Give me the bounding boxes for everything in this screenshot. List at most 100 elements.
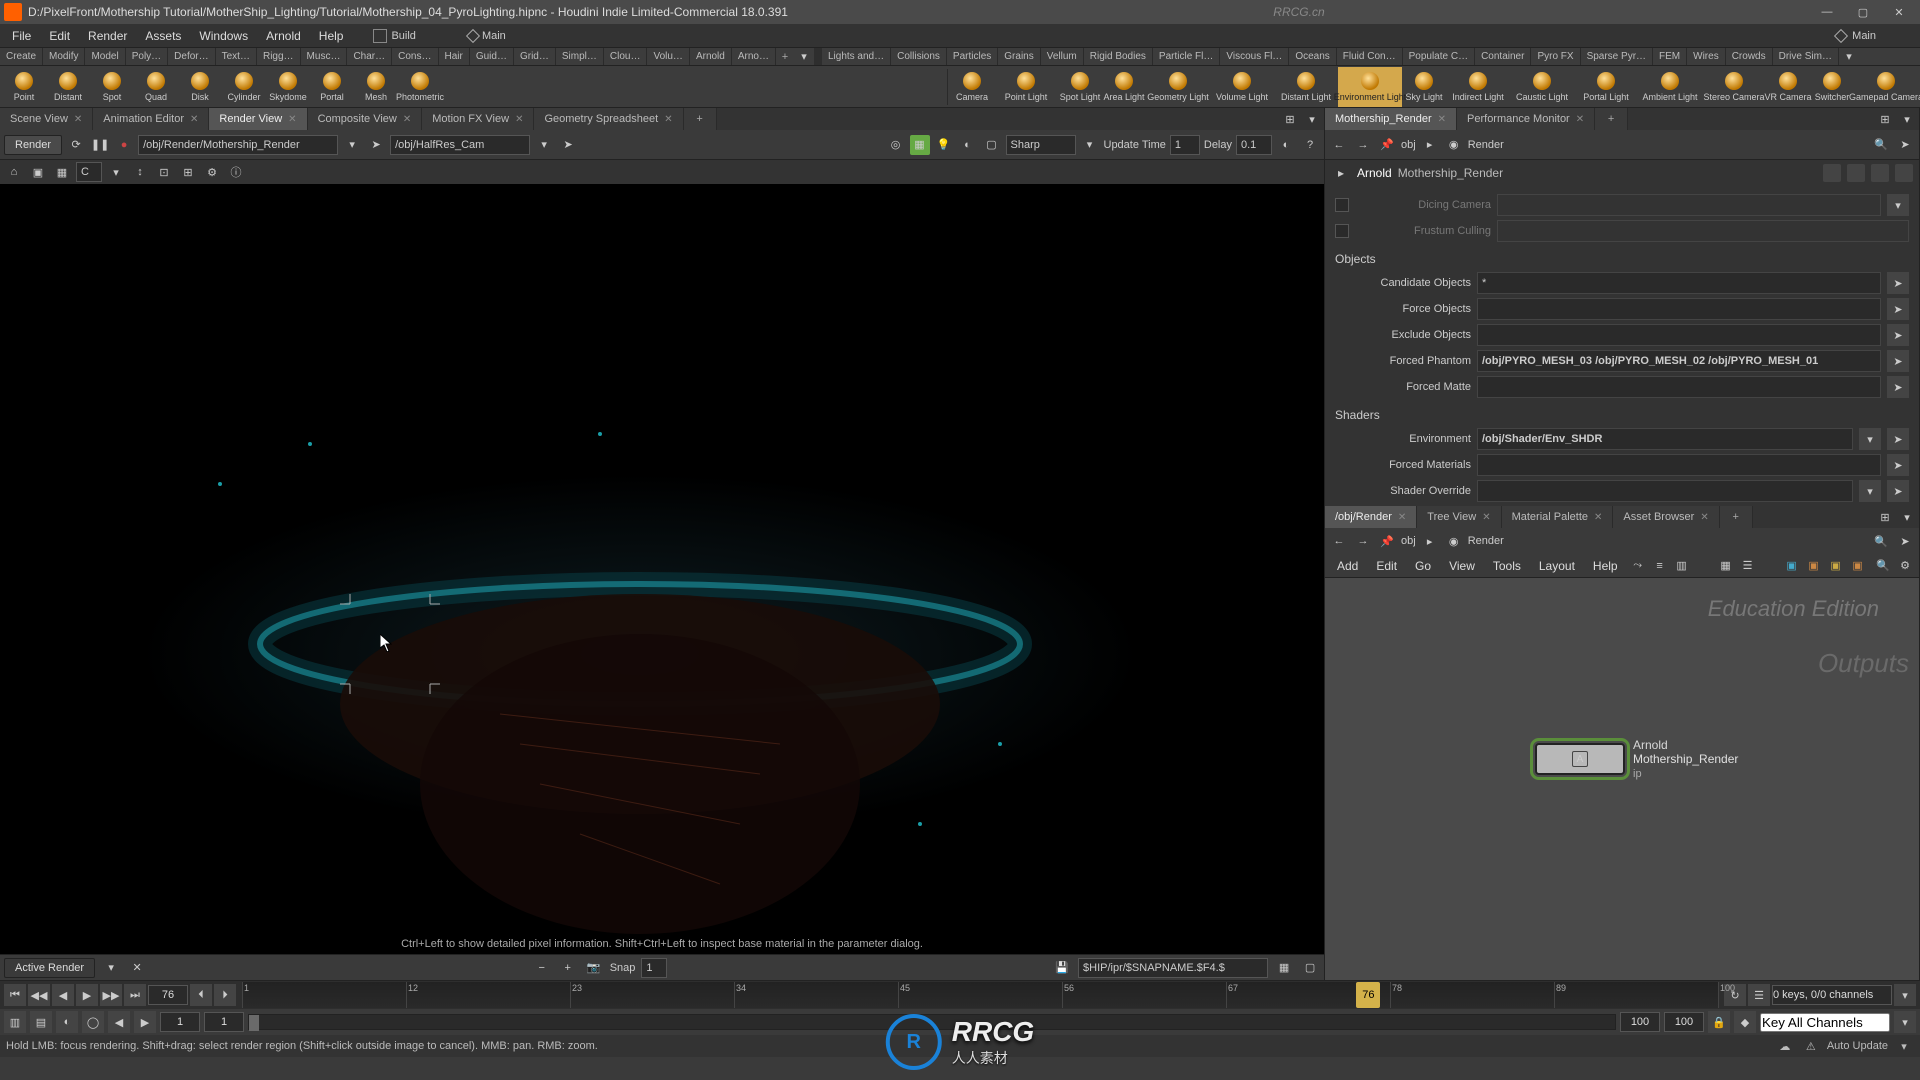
nmenu-layout[interactable]: Layout [1531,557,1583,575]
channel-selector[interactable] [76,162,102,182]
network-path-obj[interactable]: obj [1401,535,1416,547]
frustum-culling-toggle[interactable] [1335,224,1349,238]
main-label-right[interactable]: Main [1852,30,1876,42]
close-icon[interactable]: ✕ [1438,114,1446,125]
snap-path[interactable] [1078,958,1268,978]
arrow-icon[interactable]: ➤ [366,135,386,155]
filter-icon[interactable] [1847,164,1865,182]
shelf-tab-right-4[interactable]: Vellum [1041,48,1084,65]
shelf-tab-right-12[interactable]: Pyro FX [1531,48,1580,65]
back-icon[interactable]: ← [1329,531,1349,551]
close-icon[interactable]: ✕ [288,114,296,125]
minimize-button[interactable]: — [1810,2,1844,22]
parm-path-name[interactable]: Render [1468,139,1504,151]
shelf-tab-left-6[interactable]: Rigg… [257,48,301,65]
key-icon[interactable]: ◆ [1734,1011,1756,1033]
preview-icon[interactable]: ◐ [1276,135,1296,155]
tab-performance-monitor[interactable]: Performance Monitor✕ [1457,108,1595,130]
tab-render-view[interactable]: Render View✕ [209,108,307,130]
pane-maximize-icon[interactable]: ⊞ [1875,109,1895,129]
pane-add-tab[interactable]: + [1720,506,1753,528]
timeline-playhead[interactable]: 76 [1356,982,1380,1008]
environment-field[interactable] [1477,428,1853,450]
menu-render[interactable]: Render [80,27,135,45]
active-render-label[interactable]: Active Render [4,958,95,978]
snap-value[interactable] [641,958,667,978]
range-track[interactable] [248,1014,1616,1030]
shelf-tab-right-1[interactable]: Collisions [891,48,947,65]
close-icon[interactable]: ✕ [515,114,523,125]
tool-camera[interactable]: Camera [950,67,994,107]
shelf-tab-right-17[interactable]: Drive Sim… [1773,48,1839,65]
frustum-culling-field[interactable] [1497,220,1909,242]
maximize-button[interactable]: ▢ [1846,2,1880,22]
pause-icon[interactable]: ❚❚ [90,135,110,155]
dicing-camera-toggle[interactable] [1335,198,1349,212]
shelf-tab-right-13[interactable]: Sparse Pyr… [1581,48,1653,65]
nmenu-add[interactable]: Add [1329,557,1366,575]
tool-volume-light[interactable]: Volume Light [1210,67,1274,107]
desktop-selector-build[interactable]: Build [373,29,415,43]
close-icon[interactable]: ✕ [127,958,147,978]
tab-composite-view[interactable]: Composite View✕ [308,108,423,130]
next-key-icon[interactable]: ⏵ [214,984,236,1006]
tool-skydome[interactable]: Skydome [266,67,310,107]
parameter-panel[interactable]: Dicing Camera ▾ Frustum Culling Objects … [1325,186,1919,506]
picker-icon[interactable]: ➤ [1887,324,1909,346]
tool-ambient-light[interactable]: Ambient Light [1638,67,1702,107]
list-view-icon[interactable]: ☰ [1738,556,1758,576]
forced-matte-field[interactable] [1477,376,1881,398]
pin-icon[interactable]: 📌 [1377,135,1397,155]
tool-portal[interactable]: Portal [310,67,354,107]
tool-area-light[interactable]: Area Light [1102,67,1146,107]
snap-num-icon[interactable]: ▢ [1300,958,1320,978]
pane-menu-icon[interactable]: ▾ [1897,109,1917,129]
view-tool-2[interactable]: ⊡ [154,162,174,182]
fwd-icon[interactable]: → [1353,135,1373,155]
range-icon-3[interactable]: ◐ [56,1011,78,1033]
goto-end-icon[interactable]: ⏭ [124,984,146,1006]
help-icon[interactable]: ? [1300,135,1320,155]
network-view[interactable]: Education Edition Outputs A Arnold Mothe… [1325,578,1919,980]
render-node-path[interactable] [138,135,338,155]
forced-materials-field[interactable] [1477,454,1881,476]
help-icon[interactable] [1895,164,1913,182]
key-mode-label[interactable] [1760,1013,1890,1032]
tool-point-light[interactable]: Point Light [994,67,1058,107]
brush-icon[interactable]: ▦ [910,135,930,155]
range-icon-2[interactable]: ▤ [30,1011,52,1033]
shelf-tab-right-16[interactable]: Crowds [1726,48,1773,65]
tool-disk[interactable]: Disk [178,67,222,107]
stop-icon[interactable]: ● [114,135,134,155]
save-icon[interactable]: 💾 [1052,958,1072,978]
shelf-tab-left-9[interactable]: Cons… [392,48,438,65]
play-fwd-icon[interactable]: ▶ [76,984,98,1006]
triangle-icon[interactable]: ▸ [1331,163,1351,183]
tool-photometric[interactable]: Photometric [398,67,442,107]
pane-maximize-icon[interactable]: ⊞ [1875,507,1895,527]
update-time-value[interactable] [1170,135,1200,155]
menu-arnold[interactable]: Arnold [258,27,309,45]
close-icon[interactable]: ✕ [1576,114,1584,125]
shelf-tab-left-13[interactable]: Simpl… [556,48,604,65]
shelf-tab-left-15[interactable]: Volu… [647,48,689,65]
refresh-icon[interactable]: ⟳ [66,135,86,155]
picker-icon[interactable]: ▾ [1859,428,1881,450]
node-name[interactable]: Mothership_Render [1398,166,1503,180]
shelf-tab-left-16[interactable]: Arnold [690,48,732,65]
shelf-tab-left-2[interactable]: Model [85,48,125,65]
shelf-tab-left-1[interactable]: Modify [43,48,85,65]
grid-icon[interactable]: ▦ [52,162,72,182]
picker-icon[interactable]: ➤ [1887,454,1909,476]
flag-icon-3[interactable]: ▣ [1826,556,1846,576]
tab-motion-fx-view[interactable]: Motion FX View✕ [422,108,534,130]
tab-animation-editor[interactable]: Animation Editor✕ [93,108,209,130]
align-icon[interactable]: ≡ [1650,556,1670,576]
lock-icon[interactable]: 🔒 [1708,1011,1730,1033]
arrow-icon[interactable]: ➤ [1895,135,1915,155]
dicing-camera-field[interactable] [1497,194,1881,216]
close-icon[interactable]: ✕ [190,114,198,125]
shelf-dropdown-right[interactable]: ▾ [1839,47,1859,67]
shelf-tab-right-14[interactable]: FEM [1653,48,1687,65]
shelf-tab-left-7[interactable]: Musc… [301,48,348,65]
